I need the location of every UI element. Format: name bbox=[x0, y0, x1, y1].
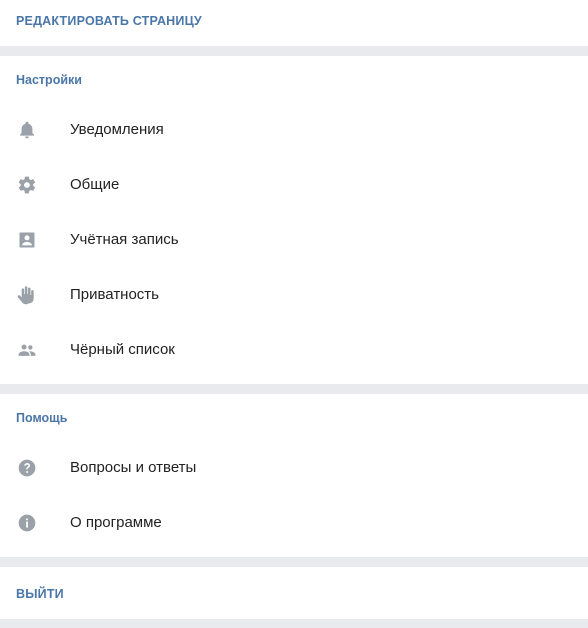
edit-page-button[interactable]: РЕДАКТИРОВАТЬ СТРАНИЦУ bbox=[16, 14, 202, 28]
menu-item-privacy[interactable]: Приватность bbox=[0, 268, 588, 323]
logout-card: ВЫЙТИ bbox=[0, 567, 588, 619]
settings-screen: РЕДАКТИРОВАТЬ СТРАНИЦУ Настройки Уведомл… bbox=[0, 0, 588, 628]
menu-item-account[interactable]: Учётная запись bbox=[0, 213, 588, 268]
people-icon bbox=[17, 340, 37, 360]
gear-icon bbox=[17, 175, 37, 195]
account-icon bbox=[17, 230, 37, 250]
menu-item-general[interactable]: Общие bbox=[0, 158, 588, 213]
menu-item-notifications[interactable]: Уведомления bbox=[0, 103, 588, 158]
menu-item-label: О программе bbox=[70, 514, 162, 531]
menu-item-label: Общие bbox=[70, 176, 120, 193]
info-icon bbox=[17, 513, 37, 533]
settings-section: Настройки Уведомления Общие Учётная запи… bbox=[0, 56, 588, 384]
edit-page-card: РЕДАКТИРОВАТЬ СТРАНИЦУ bbox=[0, 0, 588, 46]
help-section-title: Помощь bbox=[16, 411, 68, 425]
hand-icon bbox=[17, 285, 37, 305]
menu-item-label: Уведомления bbox=[70, 121, 164, 138]
menu-item-label: Вопросы и ответы bbox=[70, 459, 197, 476]
settings-section-title: Настройки bbox=[16, 73, 82, 87]
menu-item-label: Чёрный список bbox=[70, 341, 175, 358]
question-icon bbox=[17, 458, 37, 478]
help-section: Помощь Вопросы и ответы О программе bbox=[0, 394, 588, 557]
bell-icon bbox=[17, 120, 37, 140]
menu-item-blacklist[interactable]: Чёрный список bbox=[0, 323, 588, 378]
menu-item-label: Приватность bbox=[70, 286, 159, 303]
menu-item-about[interactable]: О программе bbox=[0, 496, 588, 551]
menu-item-label: Учётная запись bbox=[70, 231, 179, 248]
menu-item-faq[interactable]: Вопросы и ответы bbox=[0, 441, 588, 496]
logout-button[interactable]: ВЫЙТИ bbox=[16, 587, 64, 601]
